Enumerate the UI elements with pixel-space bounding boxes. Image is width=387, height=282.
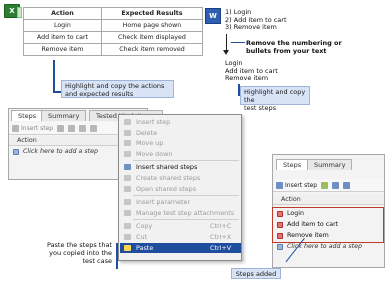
move-down-icon[interactable] <box>343 181 351 189</box>
insert-step-button[interactable]: Insert step <box>276 181 317 189</box>
callout-paste-steps: Paste the steps that you copied into the… <box>46 241 112 265</box>
excel-row: Add item to cart Check item displayed <box>23 31 204 44</box>
arrow-head-icon <box>223 50 229 55</box>
menu-item-cut[interactable]: Cut Ctrl+X <box>120 232 241 242</box>
callout-steps-added: Steps added <box>231 268 281 279</box>
move-down-icon[interactable] <box>79 124 87 132</box>
insert-step-button[interactable]: Insert step <box>12 124 53 132</box>
open-shared-steps-icon <box>124 185 131 192</box>
attachment-icon <box>124 209 131 216</box>
menu-item-label: Paste <box>136 243 154 252</box>
menu-item-label: Create shared steps <box>136 174 201 182</box>
menu-item-label: Manage test step attachments <box>136 208 235 217</box>
menu-item-manage-test-step-attachments[interactable]: Manage test step attachments <box>120 208 241 218</box>
excel-row: Login Home page shown <box>23 19 204 32</box>
menu-item-shortcut: Ctrl+C <box>210 222 232 231</box>
move-up-icon[interactable] <box>68 124 76 132</box>
add-step-icon <box>13 149 19 155</box>
menu-item-insert-shared-steps[interactable]: Insert shared steps <box>120 162 241 172</box>
menu-item-label: Insert shared steps <box>136 163 198 172</box>
excel-table: Action Expected Results Login Home page … <box>23 7 204 56</box>
menu-item-label: Cut <box>136 233 148 241</box>
menu-item-move-down[interactable]: Move down <box>120 149 241 159</box>
menu-item-label: Move down <box>136 149 173 158</box>
excel-icon: X <box>4 4 22 18</box>
word-icon: W <box>205 8 221 24</box>
move-up-icon <box>124 140 131 147</box>
callout-line <box>53 91 61 93</box>
insert-step-icon <box>276 181 283 189</box>
insert-parameter-icon[interactable] <box>90 124 98 132</box>
callout-excel-copy: Highlight and copy the actions and expec… <box>61 80 174 98</box>
move-up-icon[interactable] <box>332 181 340 189</box>
excel-row: Remove item Check item removed <box>23 43 204 56</box>
insert-parameter-icon <box>124 199 131 206</box>
excel-cell: Check item displayed <box>100 31 204 44</box>
excel-cell: Check item removed <box>100 43 204 56</box>
context-menu: Insert step Delete Move up Move down Insert … <box>118 114 242 261</box>
callout-line <box>231 42 245 43</box>
paste-icon <box>124 244 131 251</box>
add-step-row[interactable]: Click here to add a step <box>273 242 384 252</box>
excel-cell: Remove item <box>23 43 102 56</box>
excel-cell: Login <box>23 19 102 32</box>
tab-summary[interactable]: Summary <box>307 159 353 170</box>
add-step-icon <box>277 244 283 250</box>
menu-item-shortcut: Ctrl+V <box>210 243 232 252</box>
menu-item-create-shared-steps[interactable]: Create shared steps <box>120 173 241 183</box>
menu-item-label: Move up <box>136 139 164 148</box>
menu-separator <box>133 160 239 162</box>
menu-item-paste[interactable]: Paste Ctrl+V <box>120 242 241 253</box>
copy-icon <box>124 223 131 230</box>
tab-steps[interactable]: Steps <box>276 159 309 170</box>
insert-shared-steps-icon[interactable] <box>321 181 329 189</box>
plain-item: Remove item <box>225 74 269 82</box>
insert-shared-steps-icon <box>124 164 131 171</box>
menu-item-delete[interactable]: Delete <box>120 128 241 138</box>
callout-word-copy: Highlight and copy the test steps <box>240 86 310 112</box>
menu-item-label: Insert parameter <box>136 198 191 207</box>
excel-cell: Add item to cart <box>23 31 102 44</box>
menu-item-label: Insert step <box>136 118 171 126</box>
delete-icon <box>124 129 131 136</box>
excel-header-action: Action <box>23 7 102 20</box>
pasted-steps-highlight <box>272 207 384 243</box>
plain-list: Login Add item to cart Remove item <box>225 59 278 83</box>
menu-item-label: Open shared steps <box>136 184 197 193</box>
menu-item-shortcut: Ctrl+X <box>210 233 232 241</box>
excel-cell: Home page shown <box>100 19 204 32</box>
menu-item-open-shared-steps[interactable]: Open shared steps <box>120 184 241 194</box>
menu-item-move-up[interactable]: Move up <box>120 138 241 148</box>
menu-item-insert-parameter[interactable]: Insert parameter <box>120 197 241 207</box>
menu-item-insert-step[interactable]: Insert step <box>120 117 241 127</box>
add-step-row[interactable]: Click here to add a step <box>9 147 119 157</box>
grid-header-action: Action <box>273 195 384 205</box>
tab-summary[interactable]: Summary <box>41 110 87 121</box>
numbered-list: 1) Login 2) Add item to cart 3) Remove i… <box>225 8 287 32</box>
steps-toolbar: Insert step <box>273 179 384 192</box>
tab-steps[interactable]: Steps <box>11 110 44 121</box>
menu-separator <box>133 195 239 197</box>
callout-line <box>53 60 55 92</box>
excel-header-expected: Expected Results <box>100 7 204 20</box>
insert-step-icon <box>12 124 19 132</box>
callout-word-remove: Remove the numbering or bullets from you… <box>246 39 342 55</box>
menu-separator <box>133 219 239 221</box>
numbered-item: 3) Remove item <box>225 23 277 31</box>
menu-item-label: Copy <box>136 222 153 231</box>
move-down-icon <box>124 150 131 157</box>
menu-item-copy[interactable]: Copy Ctrl+C <box>120 221 241 231</box>
create-shared-steps-icon <box>124 175 131 181</box>
insert-shared-steps-icon[interactable] <box>57 124 65 132</box>
cut-icon <box>124 234 131 240</box>
menu-item-label: Delete <box>136 128 157 137</box>
insert-step-icon <box>124 119 131 125</box>
